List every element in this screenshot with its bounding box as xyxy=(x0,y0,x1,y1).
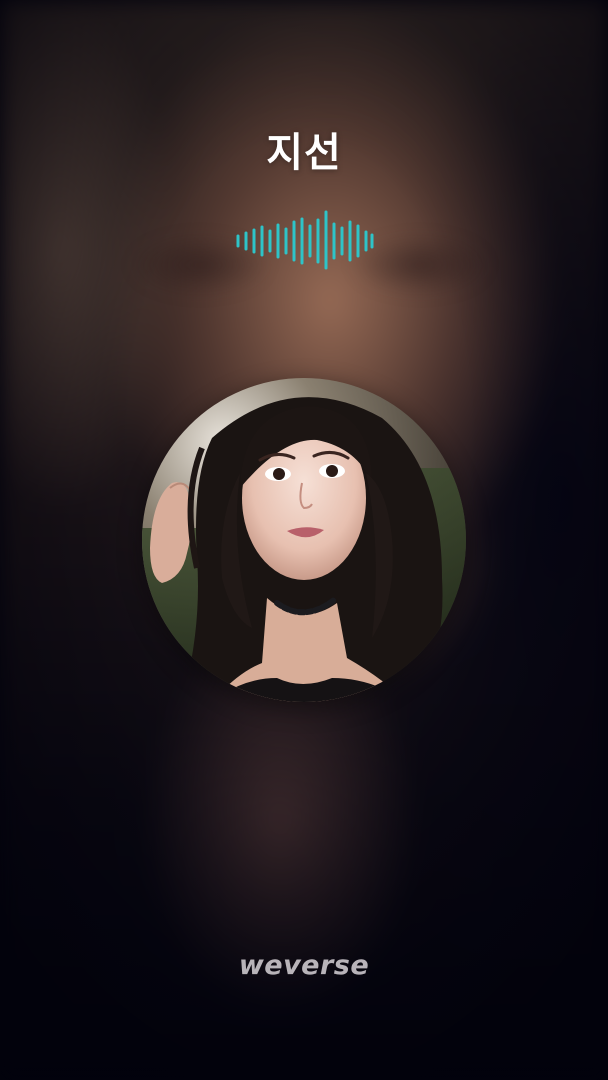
artist-profile-photo xyxy=(142,378,466,702)
artist-name: 지선 xyxy=(266,130,342,176)
weverse-logo: weverse xyxy=(238,950,370,981)
audio-waveform-icon xyxy=(236,210,374,270)
voice-live-screen: 지선 weverse xyxy=(0,0,608,1080)
